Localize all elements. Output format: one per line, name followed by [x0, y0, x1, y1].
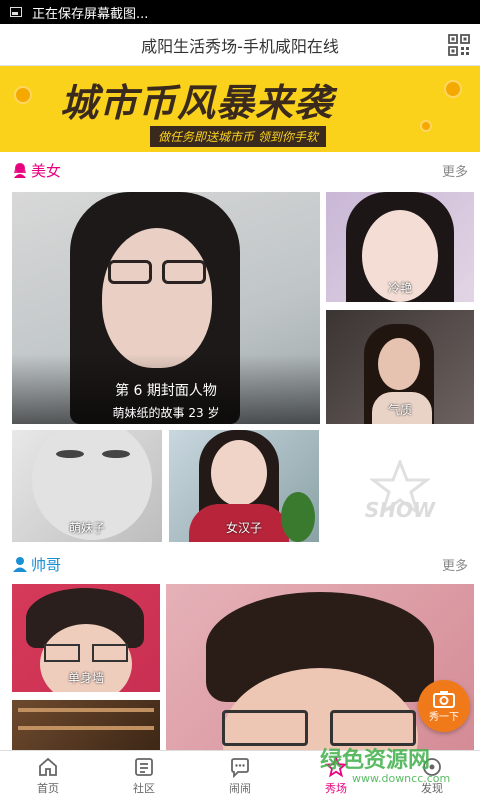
glasses [92, 644, 128, 662]
show-logo: SHOW [326, 430, 474, 542]
eye [102, 450, 130, 458]
status-text: 正在保存屏幕截图... [32, 6, 149, 22]
nav-item-chat[interactable]: 闹闹 [192, 751, 288, 800]
photo-tile[interactable]: 萌妹子 [12, 430, 162, 542]
photo-tile[interactable]: 气质 [326, 310, 474, 424]
nav-item-home[interactable]: 首页 [0, 751, 96, 800]
glasses [108, 260, 152, 284]
coin-icon [444, 80, 462, 98]
show-off-button[interactable]: 秀一下 [418, 680, 470, 732]
nav-item-community[interactable]: 社区 [96, 751, 192, 800]
face [378, 338, 420, 390]
feature-photo[interactable]: 第 6 期封面人物 萌妹纸的故事 23 岁 [12, 192, 320, 424]
nav-label: 首页 [37, 781, 59, 795]
list-icon [135, 757, 153, 776]
male-icon [13, 557, 27, 572]
show-logo-text: SHOW [364, 498, 436, 522]
watermark-text: 绿色资源网 [320, 748, 431, 773]
female-icon [14, 163, 26, 178]
feature-title: 第 6 期封面人物 [115, 383, 217, 399]
fab-label: 秀一下 [429, 711, 459, 723]
chat-bubble-icon [231, 757, 249, 778]
banner-headline: 城市币风暴来袭 [60, 81, 334, 125]
image-icon [10, 7, 22, 17]
promo-banner[interactable]: 城市币风暴来袭 做任务即送城市币 领到你手软 [0, 66, 480, 152]
face [102, 228, 212, 368]
glasses [162, 260, 206, 284]
tile-caption: 气质 [387, 403, 412, 417]
page-title: 咸阳生活秀场-手机咸阳在线 [141, 36, 339, 56]
nav-label: 秀场 [325, 781, 347, 795]
glasses [330, 710, 416, 746]
beauty-section-header: 美女 更多 [0, 152, 480, 188]
banner-subline: 做任务即送城市币 领到你手软 [150, 126, 326, 147]
coin-icon [420, 120, 432, 132]
title-bar: 咸阳生活秀场-手机咸阳在线 [0, 24, 480, 66]
feature-subtitle: 萌妹纸的故事 23 岁 [112, 406, 220, 420]
camera-icon [433, 690, 455, 708]
qr-code-icon[interactable] [448, 34, 470, 56]
more-link[interactable]: 更多 [442, 555, 468, 574]
nav-label: 闹闹 [229, 781, 251, 795]
status-bar: 正在保存屏幕截图... [0, 0, 480, 24]
section-title: 帅哥 [31, 555, 62, 574]
more-link[interactable]: 更多 [442, 161, 468, 180]
photo-tile[interactable]: 单身墙 [12, 584, 160, 692]
photo-tile[interactable] [12, 700, 160, 750]
nav-label: 社区 [133, 781, 155, 795]
tile-caption: 萌妹子 [68, 521, 105, 535]
face [211, 440, 267, 506]
bookshelf [18, 726, 154, 730]
home-icon [39, 757, 57, 776]
photo-tile[interactable]: 冷艳 [326, 192, 474, 302]
bookshelf [18, 708, 154, 712]
tile-caption: 女汉子 [225, 521, 262, 535]
glasses [44, 644, 80, 662]
eye [56, 450, 84, 458]
watermark-url: www.downcc.com [352, 772, 451, 785]
tile-caption: 冷艳 [387, 281, 412, 295]
glasses [222, 710, 308, 746]
handsome-section-header: 帅哥 更多 [0, 546, 480, 582]
photo-tile[interactable]: 女汉子 [169, 430, 319, 542]
coin-icon [14, 86, 32, 104]
tile-caption: 单身墙 [67, 671, 104, 685]
section-title: 美女 [31, 161, 62, 180]
